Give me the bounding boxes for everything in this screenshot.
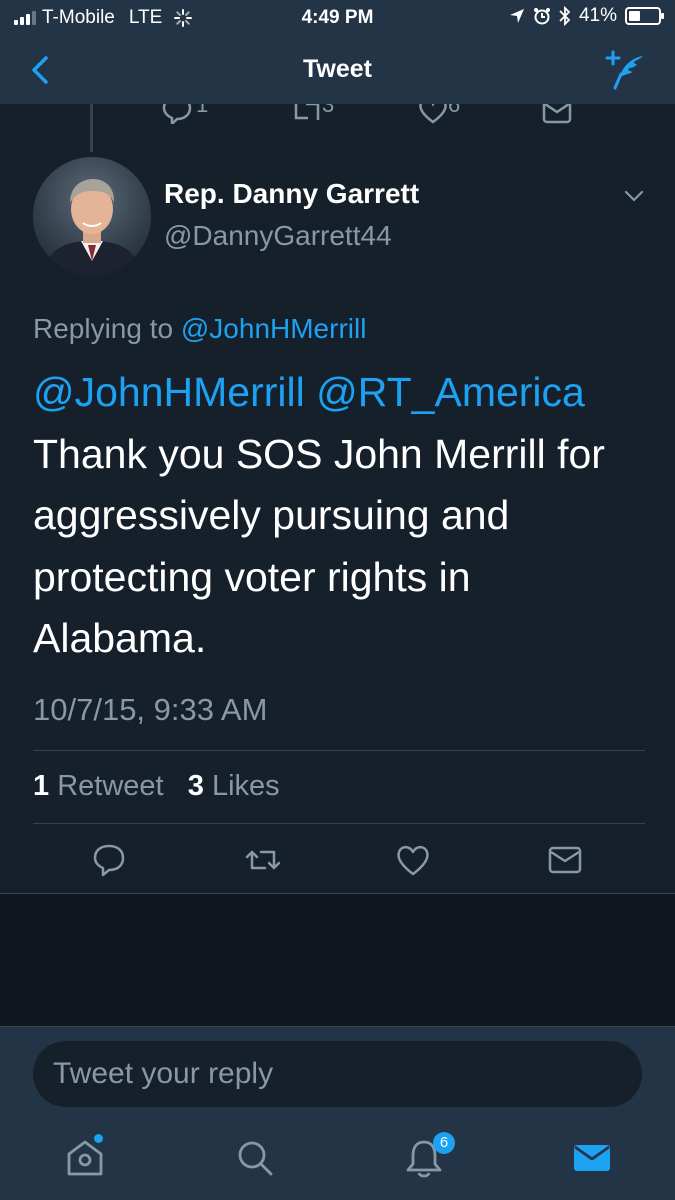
- retweet-label: Retweet: [57, 770, 164, 802]
- alarm-icon: [533, 8, 550, 25]
- bluetooth-icon: [559, 6, 571, 26]
- chevron-down-icon[interactable]: [622, 186, 646, 206]
- like-icon[interactable]: [416, 104, 450, 124]
- previous-tweet-actions: 1 3 6: [0, 104, 675, 124]
- tweet-timestamp: 10/7/15, 9:33 AM: [33, 692, 268, 727]
- tweet-actions: [0, 838, 675, 882]
- previous-reply-count: 1: [196, 104, 209, 117]
- reply-bar: [0, 1026, 675, 1120]
- previous-like-count: 6: [448, 104, 461, 117]
- mention-link[interactable]: @JohnHMerrill: [33, 369, 305, 415]
- like-icon[interactable]: [393, 840, 433, 880]
- replies-area: [0, 894, 675, 1026]
- avatar[interactable]: [33, 157, 151, 275]
- avatar-photo: [33, 157, 151, 275]
- location-arrow-icon: [509, 9, 524, 23]
- tweet-stats: 1 Retweet 3 Likes: [33, 770, 280, 803]
- status-right: 41%: [509, 5, 664, 27]
- divider: [33, 750, 645, 751]
- retweets-stat[interactable]: 1 Retweet: [33, 770, 164, 802]
- mention-link[interactable]: @RT_America: [316, 369, 585, 415]
- replying-to-prefix: Replying to: [33, 313, 174, 344]
- nav-bar: Tweet: [0, 36, 675, 104]
- tweet-text: Thank you SOS John Merrill for aggressiv…: [33, 430, 605, 662]
- previous-retweet-count: 3: [322, 104, 335, 117]
- reply-icon[interactable]: [89, 840, 129, 880]
- page-title: Tweet: [303, 55, 372, 83]
- author-handle[interactable]: @DannyGarrett44: [164, 220, 392, 252]
- thread-connector-line: [90, 104, 93, 152]
- reply-input[interactable]: [33, 1041, 642, 1107]
- search-icon[interactable]: [231, 1134, 279, 1182]
- retweet-icon[interactable]: [290, 104, 324, 124]
- like-count: 3: [187, 770, 204, 802]
- reply-icon[interactable]: [160, 104, 194, 124]
- share-via-message-icon[interactable]: [545, 840, 585, 880]
- like-label: Likes: [211, 770, 280, 802]
- battery-percent: 41%: [578, 5, 617, 26]
- author-name[interactable]: Rep. Danny Garrett: [164, 178, 419, 210]
- tweet-body: @JohnHMerrill @RT_America Thank you SOS …: [33, 362, 643, 670]
- home-new-indicator: [94, 1134, 103, 1143]
- likes-stat[interactable]: 3 Likes: [188, 770, 280, 802]
- replying-to: Replying to @JohnHMerrill: [33, 313, 366, 345]
- compose-tweet-icon[interactable]: [603, 48, 647, 92]
- retweet-icon[interactable]: [243, 840, 283, 880]
- notifications-badge: 6: [433, 1132, 455, 1154]
- status-bar: T-Mobile LTE 4:49 PM 41%: [0, 0, 675, 36]
- replying-to-link[interactable]: @JohnHMerrill: [181, 313, 367, 344]
- divider: [33, 823, 645, 824]
- battery-icon: [625, 7, 664, 25]
- tab-bar: [0, 1120, 675, 1200]
- messages-icon[interactable]: [568, 1134, 616, 1182]
- share-icon[interactable]: [540, 104, 574, 124]
- retweet-count: 1: [33, 770, 50, 802]
